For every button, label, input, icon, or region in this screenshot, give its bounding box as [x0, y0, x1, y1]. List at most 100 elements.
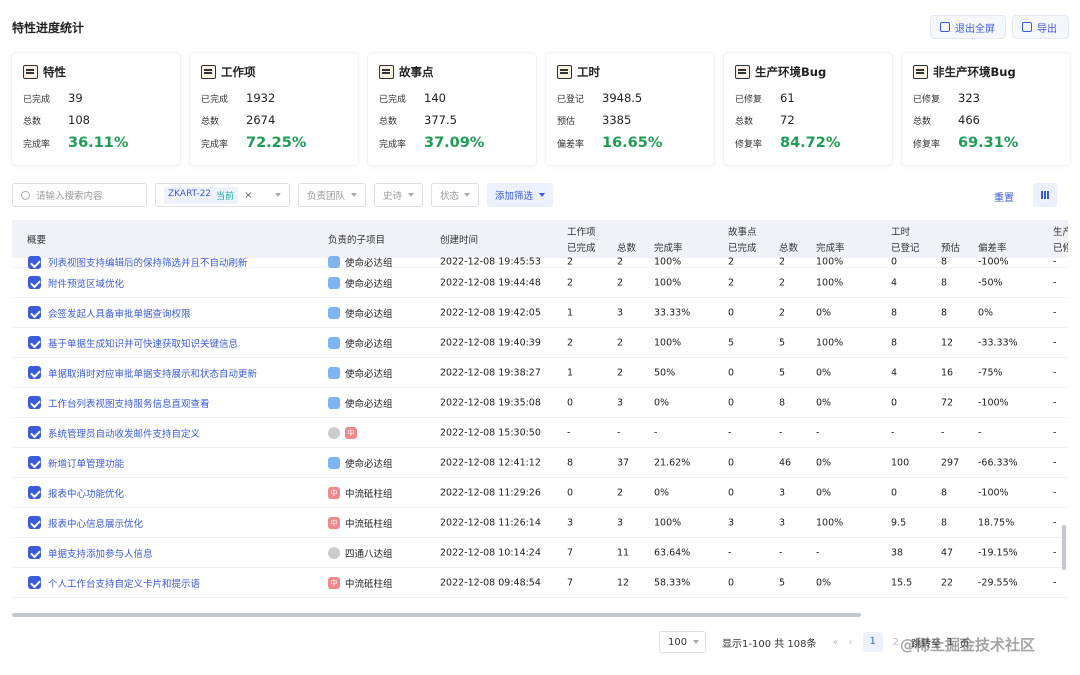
columns-icon	[1041, 191, 1043, 199]
table-cell: 2022-12-08 11:29:26	[440, 487, 541, 498]
header-worktime-estimate[interactable]: 预估	[941, 240, 960, 254]
header-storypoint-rate[interactable]: 完成率	[816, 240, 845, 254]
summary-cell[interactable]: 新增订单管理功能	[28, 456, 124, 470]
table-cell: 18.75%	[978, 517, 1015, 528]
header-created[interactable]: 创建时间	[440, 232, 478, 246]
summary-cell[interactable]: 会签发起人具备审批单据查询权限	[28, 306, 191, 320]
table-row[interactable]: 报表中心功能优化 中中流砥柱组 2022-12-08 11:29:26 0 2 0% 0 3 0…	[12, 478, 1068, 508]
table-cell: 2022-12-08 12:41:12	[440, 457, 541, 468]
table-cell: -	[728, 427, 732, 438]
table-cell: 2	[728, 277, 735, 288]
first-page-icon[interactable]: «	[833, 637, 839, 648]
page-number-current[interactable]: 1	[862, 632, 883, 652]
exit-fullscreen-icon	[940, 22, 950, 32]
summary-cell[interactable]: 报表中心信息展示优化	[28, 516, 143, 530]
table-cell: 8	[941, 517, 948, 528]
table-row[interactable]: 个人工作台支持自定义卡片和提示语 中中流砥柱组 2022-12-08 09:48:5…	[12, 568, 1068, 598]
table-cell: 1	[567, 367, 574, 378]
table-cell: -	[1053, 487, 1057, 498]
card-row: 总数 377.5	[379, 113, 457, 127]
table-cell: 3	[779, 517, 786, 528]
table-cell: 2022-12-08 19:38:27	[440, 367, 541, 378]
column-settings-button[interactable]	[1033, 183, 1057, 207]
table-cell: 100%	[654, 517, 682, 528]
table-cell: 33.33%	[654, 307, 691, 318]
table-row[interactable]: 单据支持添加参与人信息 四通八达组 2022-12-08 10:14:24 7 11 63…	[12, 538, 1068, 568]
summary-cell[interactable]: 单据取消时对应审批单据支持展示和状态自动更新	[28, 366, 257, 380]
table-row[interactable]: 列表视图支持编辑后的保持筛选并且不自动刷新 使命必达组 2022-12-08 19:…	[12, 255, 1068, 269]
table-row[interactable]: 新增订单管理功能 使命必达组 2022-12-08 12:41:12 8 37 21.62…	[12, 448, 1068, 478]
header-workitem-rate[interactable]: 完成率	[654, 240, 683, 254]
summary-cell[interactable]: 附件预览区域优化	[28, 276, 124, 290]
summary-cell[interactable]: 基于单据生成知识并可快速获取知识关键信息	[28, 336, 238, 350]
close-icon[interactable]: ×	[244, 190, 252, 201]
epic-filter[interactable]: 史诗	[374, 183, 423, 207]
page-size-select[interactable]: 100	[659, 631, 706, 653]
table-cell: 2022-12-08 09:48:54	[440, 577, 541, 588]
header-workitem-done[interactable]: 已完成	[567, 240, 596, 254]
table-cell: -75%	[978, 367, 1003, 378]
table-row[interactable]: 基于单据生成知识并可快速获取知识关键信息 使命必达组 2022-12-08 19:4…	[12, 328, 1068, 358]
search-input[interactable]: 请输入搜索内容	[12, 183, 147, 207]
table-cell: 2022-12-08 19:35:08	[440, 397, 541, 408]
export-button[interactable]: 导出	[1012, 15, 1069, 39]
table-cell: 2	[567, 256, 574, 268]
project-cell: 使命必达组	[328, 396, 393, 410]
header-storypoint-total[interactable]: 总数	[779, 240, 798, 254]
table-row[interactable]: 系统管理员自动收发邮件支持自定义 中 2022-12-08 15:30:50 - - - -…	[12, 418, 1068, 448]
exit-fullscreen-button[interactable]: 退出全屏	[930, 15, 1006, 39]
table-row[interactable]: 单据取消时对应审批单据支持展示和状态自动更新 使命必达组 2022-12-08 19…	[12, 358, 1068, 388]
stat-card: 生产环境Bug 已修复 61 总数 72 修复率 84.72%	[724, 53, 892, 165]
table-cell: -66.33%	[978, 457, 1018, 468]
table-cell: 0	[891, 487, 898, 498]
header-workitem-total[interactable]: 总数	[617, 240, 636, 254]
summary-cell[interactable]: 工作台列表视图支持服务信息直观查看	[28, 396, 210, 410]
summary-cell[interactable]: 列表视图支持编辑后的保持筛选并且不自动刷新	[28, 255, 248, 269]
header-project[interactable]: 负责的子项目	[328, 232, 385, 246]
table-cell: -50%	[978, 277, 1003, 288]
sprint-tag: ZKART-22 当前	[164, 186, 239, 204]
header-worktime-logged[interactable]: 已登记	[891, 240, 920, 254]
card-row: 已完成 39	[23, 91, 83, 105]
add-filter-button[interactable]: 添加筛选	[487, 183, 553, 207]
table-cell: -100%	[978, 487, 1009, 498]
table-row[interactable]: 报表中心信息展示优化 中中流砥柱组 2022-12-08 11:26:14 3 3 100…	[12, 508, 1068, 538]
workitem-icon	[201, 65, 216, 79]
table-cell: -	[1053, 397, 1057, 408]
status-filter[interactable]: 状态	[431, 183, 479, 207]
reset-button[interactable]: 重置	[994, 189, 1014, 204]
table-cell: -	[1053, 367, 1057, 378]
table-row[interactable]: 附件预览区域优化 使命必达组 2022-12-08 19:44:48 2 2 100% 2 2…	[12, 268, 1068, 298]
table-cell: 0%	[816, 307, 832, 318]
header-worktime-deviation[interactable]: 偏差率	[978, 240, 1007, 254]
sprint-select[interactable]: ZKART-22 当前 ×	[155, 183, 290, 207]
worktime-icon	[557, 65, 572, 79]
table-cell: 0%	[978, 307, 994, 318]
watermark: @稀土掘金技术社区	[900, 636, 1036, 654]
vertical-scrollbar[interactable]	[1062, 525, 1066, 570]
header-storypoint-done[interactable]: 已完成	[728, 240, 757, 254]
horizontal-scrollbar[interactable]	[12, 613, 861, 617]
table-body: 列表视图支持编辑后的保持筛选并且不自动刷新使命必达组 2022-12-08 19:…	[12, 255, 1068, 598]
header-summary[interactable]: 概要	[27, 232, 46, 246]
team-filter[interactable]: 负责团队	[298, 183, 366, 207]
page-number[interactable]: 2	[893, 637, 899, 648]
table-row[interactable]: 工作台列表视图支持服务信息直观查看 使命必达组 2022-12-08 19:35:0…	[12, 388, 1068, 418]
prev-page-icon[interactable]: ‹	[849, 637, 853, 648]
summary-cell[interactable]: 报表中心功能优化	[28, 486, 124, 500]
table-cell: -	[1053, 577, 1057, 588]
header-prod-fixed[interactable]: 已修	[1053, 240, 1068, 254]
summary-cell[interactable]: 个人工作台支持自定义卡片和提示语	[28, 576, 200, 590]
summary-cell[interactable]: 单据支持添加参与人信息	[28, 546, 153, 560]
table-row[interactable]: 会签发起人具备审批单据查询权限 使命必达组 2022-12-08 19:42:05 1…	[12, 298, 1068, 328]
stat-card: 工时 已登记 3948.5 预估 3385 偏差率 16.65%	[546, 53, 714, 165]
table-cell: 2022-12-08 19:42:05	[440, 307, 541, 318]
summary-cell[interactable]: 系统管理员自动收发邮件支持自定义	[28, 426, 200, 440]
table-cell: 1	[567, 307, 574, 318]
bug-icon	[735, 65, 750, 79]
table-cell: 63.64%	[654, 547, 691, 558]
table-cell: 2	[617, 487, 624, 498]
table-cell: 2	[779, 307, 786, 318]
card-title: 生产环境Bug	[735, 64, 826, 80]
feature-type-icon	[28, 576, 41, 589]
